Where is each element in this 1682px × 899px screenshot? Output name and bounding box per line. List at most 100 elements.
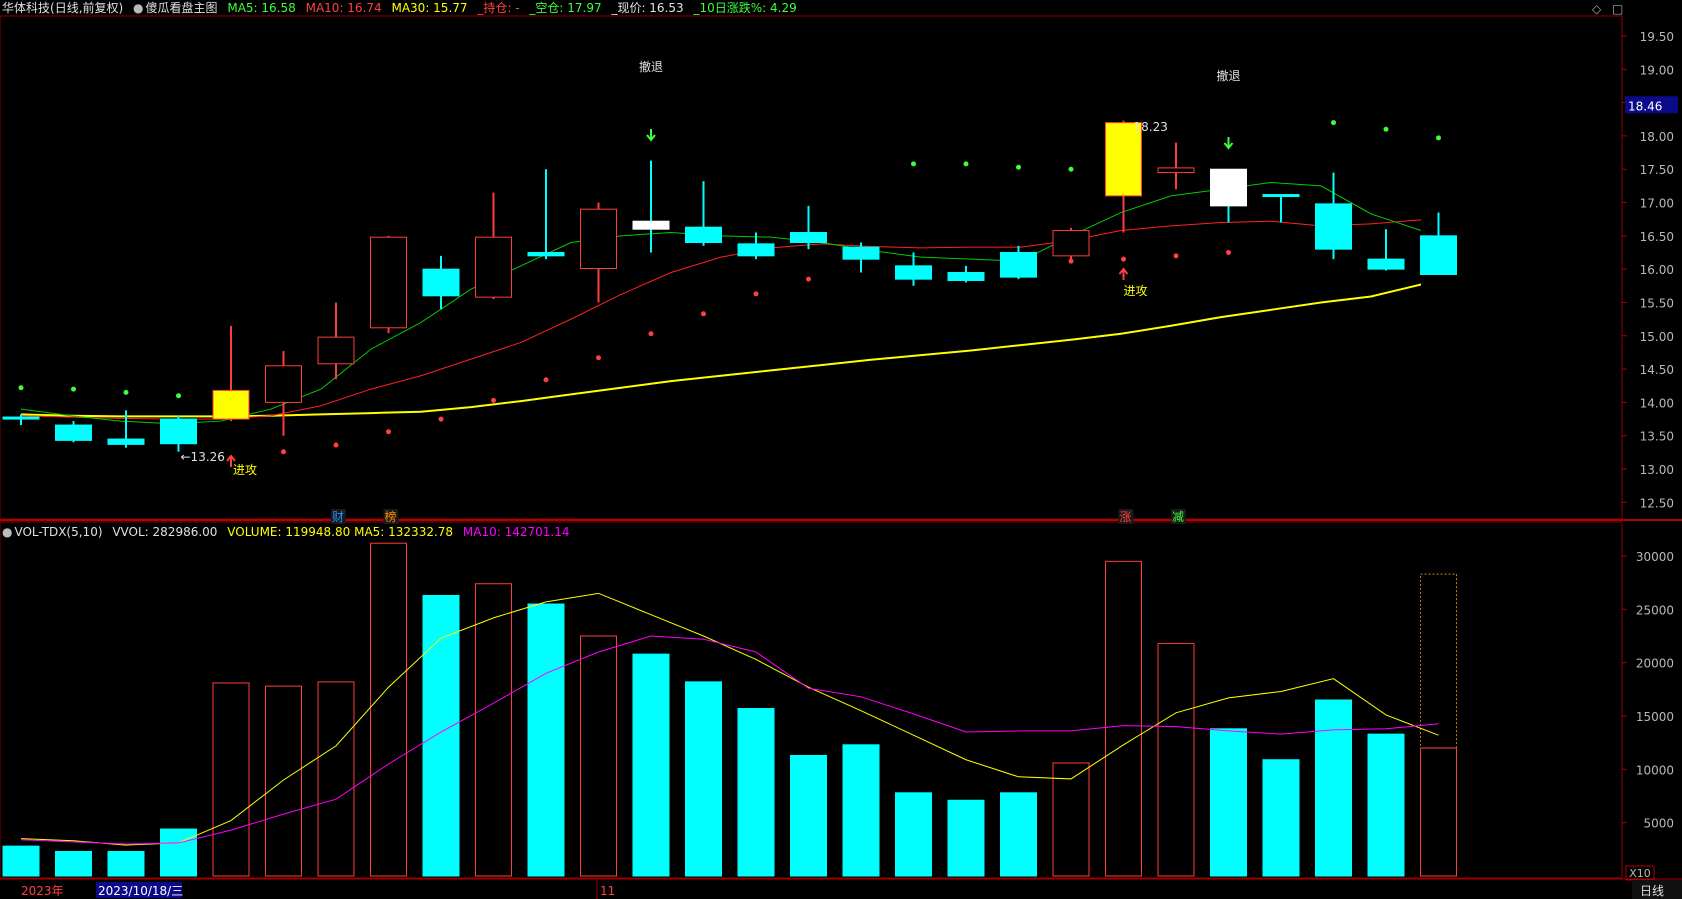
vol-indicator-name[interactable]: VOL-TDX(5,10) — [14, 525, 102, 539]
stock-name[interactable]: 华体科技 — [2, 1, 50, 15]
buy-signal-dot — [753, 291, 759, 297]
change10-value: _10日涨跌%: 4.29 — [693, 1, 797, 15]
candle-body[interactable] — [842, 246, 880, 260]
candle-body[interactable] — [1367, 258, 1405, 270]
maximize-icon[interactable]: □ — [1612, 2, 1623, 16]
volume-bar[interactable] — [1157, 642, 1195, 877]
period-label: 日线 — [1640, 884, 1664, 898]
candle-body[interactable] — [580, 208, 617, 269]
buy-signal-dot — [543, 377, 549, 383]
volume-value: VOLUME: 119948.80 — [227, 525, 351, 539]
candle-body[interactable] — [370, 236, 407, 329]
candle-body[interactable] — [632, 220, 670, 230]
buy-signal-dot — [1226, 250, 1231, 256]
chart-mode[interactable]: (日线,前复权) — [50, 1, 123, 15]
volume-bar[interactable] — [1315, 699, 1352, 877]
buy-signal-dot — [701, 311, 706, 317]
volume-bar[interactable] — [1367, 733, 1405, 877]
attack-label: 进攻 — [1123, 284, 1147, 298]
volume-bar[interactable] — [1052, 762, 1090, 877]
volume-bar[interactable] — [790, 754, 827, 877]
volume-bar[interactable] — [1262, 759, 1300, 877]
volume-bar[interactable] — [1210, 728, 1247, 877]
volume-bar[interactable] — [1420, 747, 1457, 877]
volume-bar[interactable] — [895, 792, 932, 877]
volume-tick-label: 25000 — [1636, 603, 1674, 617]
price-tick-label: 19.00 — [1640, 63, 1674, 77]
buy-signal-dot — [648, 331, 654, 337]
candle-body[interactable] — [527, 252, 565, 257]
volume-bar[interactable] — [475, 583, 512, 877]
candle-body[interactable] — [265, 365, 302, 403]
sell-signal-dot — [123, 389, 129, 395]
volume-bar[interactable] — [947, 799, 985, 877]
high-price-label: 18.23 — [1134, 120, 1168, 134]
retreat-label: 撤退 — [1216, 68, 1240, 83]
candle-body[interactable] — [317, 336, 355, 365]
volume-bar[interactable] — [1000, 792, 1037, 877]
volume-bar[interactable] — [685, 681, 722, 877]
volume-bar[interactable] — [422, 594, 460, 877]
indicator-name[interactable]: 傻瓜看盘主图 — [146, 1, 218, 15]
candle-body[interactable] — [55, 424, 92, 441]
volume-tick-label: 5000 — [1643, 817, 1674, 831]
candle-body[interactable] — [107, 438, 145, 445]
candle-body[interactable] — [790, 232, 827, 244]
sell-signal-dot — [1383, 126, 1389, 132]
sell-signal-dot — [911, 161, 916, 167]
candle-body[interactable] — [1262, 194, 1300, 198]
ma30-value: MA30: 15.77 — [391, 1, 468, 15]
buy-signal-dot — [1068, 258, 1074, 264]
candle-body[interactable] — [895, 265, 932, 280]
candle-body[interactable] — [1000, 252, 1037, 278]
volume-bar[interactable] — [55, 850, 92, 877]
price-tick-label: 16.50 — [1640, 230, 1674, 244]
candle-body[interactable] — [1052, 230, 1090, 257]
diamond-icon[interactable]: ◇ — [1592, 2, 1601, 16]
volume-bar[interactable] — [212, 682, 250, 877]
candle-body[interactable] — [212, 389, 250, 420]
indicator-toggle-icon[interactable]: ● — [133, 1, 143, 15]
volume-bar[interactable] — [265, 685, 302, 877]
vol-ma10-value: MA10: 142701.14 — [462, 525, 570, 539]
candle-body[interactable] — [685, 226, 722, 244]
price-tick-label: 15.50 — [1640, 296, 1674, 310]
volume-bar[interactable] — [580, 635, 617, 877]
volume-bar[interactable] — [317, 681, 355, 877]
price-value: _现价: 16.53 — [611, 1, 684, 15]
candle-body[interactable] — [737, 243, 775, 257]
short-value: _空仓: 17.97 — [529, 1, 602, 15]
price-tick-label: 13.50 — [1640, 430, 1674, 444]
price-tick-label: 12.50 — [1640, 496, 1674, 510]
sell-signal-dot — [176, 393, 181, 399]
current-price-label: 18.46 — [1628, 99, 1662, 113]
volume-tick-label: 10000 — [1636, 763, 1674, 777]
price-tick-label: 15.00 — [1640, 330, 1674, 344]
volume-bar[interactable] — [160, 828, 197, 877]
sell-signal-dot — [1436, 135, 1441, 141]
volume-bar[interactable] — [842, 744, 880, 877]
volume-bar[interactable] — [737, 708, 775, 877]
candle-body[interactable] — [160, 418, 197, 445]
sell-signal-dot — [1016, 164, 1021, 170]
candle-body[interactable] — [1315, 203, 1352, 250]
volume-bar[interactable] — [370, 542, 407, 877]
volume-tick-label: 15000 — [1636, 710, 1674, 724]
volume-bar[interactable] — [107, 850, 145, 877]
candle-body[interactable] — [2, 416, 40, 420]
candle-body[interactable] — [947, 271, 985, 281]
volume-bar[interactable] — [2, 845, 40, 877]
volume-bar[interactable] — [527, 603, 565, 877]
kline-chart-area[interactable]: 19.5019.0018.5018.0017.5017.0016.5016.00… — [0, 0, 1682, 899]
candle-body[interactable] — [1210, 168, 1247, 207]
volume-bar[interactable] — [632, 653, 670, 877]
candle-body[interactable] — [1157, 167, 1195, 174]
vol-toggle-icon[interactable]: ● — [2, 525, 12, 539]
sell-signal-dot — [71, 386, 76, 392]
candle-body[interactable] — [422, 268, 460, 297]
volume-bar[interactable] — [1105, 560, 1142, 877]
main-chart-header: 华体科技(日线,前复权) ● 傻瓜看盘主图 MA5: 16.58 MA10: 16… — [2, 0, 803, 16]
ma10-value: MA10: 16.74 — [305, 1, 382, 15]
candle-body[interactable] — [1420, 235, 1457, 275]
candle-body[interactable] — [475, 236, 512, 298]
